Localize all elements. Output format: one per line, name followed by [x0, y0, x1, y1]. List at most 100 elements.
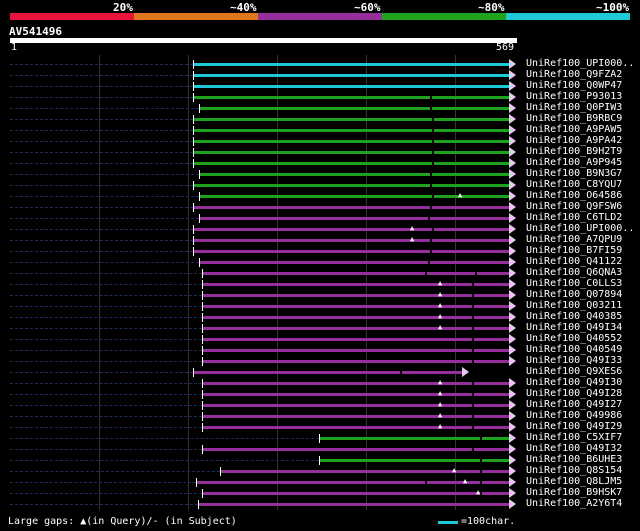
alignment-bar[interactable] [202, 283, 509, 286]
hit-name-link[interactable]: UniRef100_Q41122 [526, 256, 622, 267]
alignment-bar[interactable] [199, 173, 509, 176]
alignment-bar[interactable] [193, 140, 509, 143]
alignment-bar[interactable] [202, 448, 509, 451]
hit-name-link[interactable]: UniRef100_Q49I29 [526, 421, 622, 432]
alignment-bar[interactable] [193, 184, 509, 187]
hit-name-link[interactable]: UniRef100_Q9XES6 [526, 366, 622, 377]
alignment-start-mark [193, 60, 194, 69]
hit-name-link[interactable]: UniRef100_Q9FZA2 [526, 69, 622, 80]
hit-name-link[interactable]: UniRef100_Q49I33 [526, 355, 622, 366]
hit-name-link[interactable]: UniRef100_C8YQU7 [526, 179, 622, 190]
hit-name-link[interactable]: UniRef100_Q49I28 [526, 388, 622, 399]
alignment-arrow-icon [509, 499, 516, 509]
hit-name-link[interactable]: UniRef100_UPI000.. [526, 223, 634, 234]
subject-gap-mark [472, 293, 474, 298]
alignment-start-mark [319, 456, 320, 465]
alignment-start-mark [199, 192, 200, 201]
hit-name-link[interactable]: UniRef100_Q40385 [526, 311, 622, 322]
hit-name-link[interactable]: UniRef100_Q40552 [526, 333, 622, 344]
hit-name-link[interactable]: UniRef100_B6UHE3 [526, 454, 622, 465]
hit-name-link[interactable]: UniRef100_B9RBC9 [526, 113, 622, 124]
alignment-bar[interactable] [202, 305, 509, 308]
alignment-bar[interactable] [202, 338, 509, 341]
alignment-bar[interactable] [202, 327, 509, 330]
hit-name-link[interactable]: UniRef100_A9PA42 [526, 135, 622, 146]
hit-row[interactable]: UniRef100_A2Y6T4 [0, 498, 640, 510]
hit-name-link[interactable]: UniRef100_Q49I34 [526, 322, 622, 333]
hit-name-link[interactable]: UniRef100_A2Y6T4 [526, 498, 622, 509]
hit-name-link[interactable]: UniRef100_C5XIF7 [526, 432, 622, 443]
alignment-bar[interactable] [202, 360, 509, 363]
alignment-bar[interactable] [193, 239, 509, 242]
hit-name-link[interactable]: UniRef100_O64586 [526, 190, 622, 201]
hit-name-link[interactable]: UniRef100_Q49I27 [526, 399, 622, 410]
alignment-start-mark [193, 181, 194, 190]
hit-name-link[interactable]: UniRef100_Q0WP47 [526, 80, 622, 91]
alignment-bar[interactable] [202, 415, 509, 418]
hit-name-link[interactable]: UniRef100_Q49I32 [526, 443, 622, 454]
alignment-bar[interactable] [202, 382, 509, 385]
alignment-bar[interactable] [202, 393, 509, 396]
alignment-start-mark [202, 357, 203, 366]
alignment-bar[interactable] [193, 371, 462, 374]
alignment-bar[interactable] [193, 63, 509, 66]
alignment-arrow-icon [509, 301, 516, 311]
unaligned-region [10, 427, 202, 429]
hit-name-link[interactable]: UniRef100_B7FI59 [526, 245, 622, 256]
hit-name-link[interactable]: UniRef100_Q07894 [526, 289, 622, 300]
unaligned-region [10, 306, 202, 308]
alignment-bar[interactable] [198, 503, 509, 506]
alignment-bar[interactable] [202, 272, 509, 275]
alignment-bar[interactable] [193, 162, 509, 165]
alignment-bar[interactable] [199, 195, 509, 198]
alignment-bar[interactable] [199, 217, 509, 220]
alignment-bar[interactable] [193, 118, 509, 121]
alignment-bar[interactable] [199, 107, 509, 110]
hit-name-link[interactable]: UniRef100_Q03211 [526, 300, 622, 311]
hit-name-link[interactable]: UniRef100_A9PAW5 [526, 124, 622, 135]
alignment-bar[interactable] [193, 206, 509, 209]
unaligned-region [10, 273, 202, 275]
alignment-bar[interactable] [193, 151, 509, 154]
alignment-bar[interactable] [193, 129, 509, 132]
alignment-bar[interactable] [202, 349, 509, 352]
hit-name-link[interactable]: UniRef100_Q8S154 [526, 465, 622, 476]
subject-gap-mark [480, 480, 482, 485]
alignment-bar[interactable] [193, 250, 509, 253]
hit-name-link[interactable]: UniRef100_B9H2T9 [526, 146, 622, 157]
alignment-start-mark [193, 82, 194, 91]
alignment-bar[interactable] [202, 294, 509, 297]
hit-name-link[interactable]: UniRef100_C0LLS3 [526, 278, 622, 289]
alignment-bar[interactable] [220, 470, 509, 473]
alignment-bar[interactable] [202, 426, 509, 429]
alignment-arrow-icon [509, 202, 516, 212]
subject-gap-mark [428, 216, 430, 221]
query-end-label: 569 [496, 42, 515, 53]
hit-name-link[interactable]: UniRef100_Q6QNA3 [526, 267, 622, 278]
alignment-bar[interactable] [193, 85, 509, 88]
hit-name-link[interactable]: UniRef100_B9N3G7 [526, 168, 622, 179]
hit-name-link[interactable]: UniRef100_C6TLD2 [526, 212, 622, 223]
alignment-bar[interactable] [202, 404, 509, 407]
hit-name-link[interactable]: UniRef100_Q8LJM5 [526, 476, 622, 487]
alignment-bar[interactable] [202, 492, 509, 495]
hit-name-link[interactable]: UniRef100_UPI000.. [526, 58, 634, 69]
alignment-bar[interactable] [202, 316, 509, 319]
alignment-arrow-icon [509, 257, 516, 267]
hit-name-link[interactable]: UniRef100_A7QPU9 [526, 234, 622, 245]
alignment-bar[interactable] [193, 74, 509, 77]
alignment-bar[interactable] [193, 228, 509, 231]
alignment-bar[interactable] [199, 261, 509, 264]
hit-name-link[interactable]: UniRef100_Q40549 [526, 344, 622, 355]
alignment-bar[interactable] [193, 96, 509, 99]
hit-name-link[interactable]: UniRef100_Q0PIW3 [526, 102, 622, 113]
alignment-start-mark [193, 126, 194, 135]
hit-name-link[interactable]: UniRef100_Q9FSW6 [526, 201, 622, 212]
hit-name-link[interactable]: UniRef100_B9HSK7 [526, 487, 622, 498]
unaligned-region [10, 97, 193, 99]
hit-name-link[interactable]: UniRef100_Q49I30 [526, 377, 622, 388]
hit-name-link[interactable]: UniRef100_A9P945 [526, 157, 622, 168]
hit-name-link[interactable]: UniRef100_Q49986 [526, 410, 622, 421]
unaligned-region [10, 394, 202, 396]
hit-name-link[interactable]: UniRef100_P93013 [526, 91, 622, 102]
